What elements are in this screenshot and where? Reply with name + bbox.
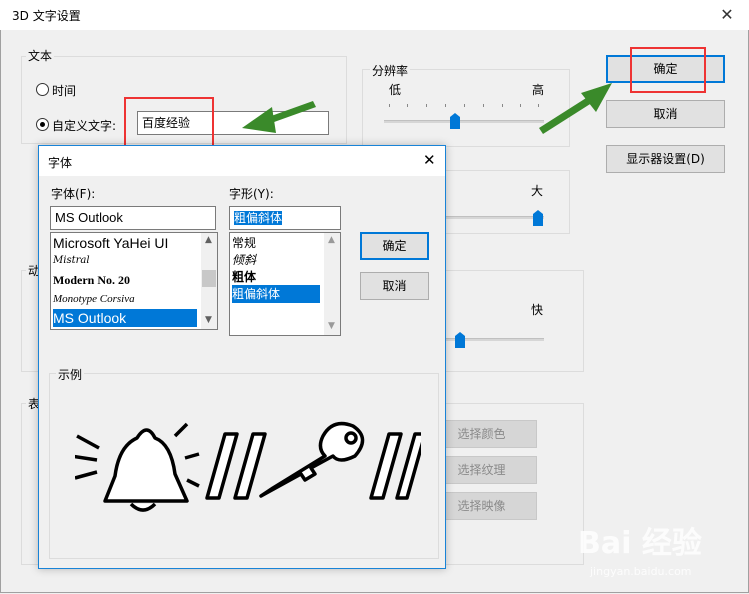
font-dialog-title: 字体 bbox=[48, 156, 73, 170]
arrow-to-ok bbox=[539, 83, 612, 134]
sample-preview-glyphs bbox=[75, 421, 421, 512]
font-dialog: 字体 ✕ 字体(F): MS Outlook Microsoft YaHei U… bbox=[38, 145, 446, 569]
font-ok-button[interactable]: 确定 bbox=[360, 232, 429, 260]
arrow-to-input bbox=[242, 101, 316, 133]
key-icon bbox=[259, 421, 365, 498]
scroll-up-icon[interactable]: ▲ bbox=[328, 235, 335, 245]
font-dialog-close-icon[interactable]: ✕ bbox=[423, 151, 436, 169]
style-item-selected[interactable]: 粗偏斜体 bbox=[232, 285, 320, 303]
font-dialog-titlebar bbox=[39, 146, 445, 176]
style-list[interactable]: 常规 倾斜 粗体 粗偏斜体 ▲ ▼ bbox=[229, 232, 341, 336]
watermark-brand: Bai 经验 bbox=[578, 526, 702, 561]
font-item[interactable]: Monotype Corsiva bbox=[53, 290, 135, 308]
bell-icon bbox=[75, 422, 200, 512]
font-item[interactable]: Microsoft YaHei UI bbox=[53, 234, 168, 252]
style-label: 字形(Y): bbox=[229, 187, 274, 201]
sample-label: 示例 bbox=[56, 366, 85, 383]
style-list-scrollbar[interactable]: ▲ ▼ bbox=[324, 233, 340, 335]
style-input[interactable]: 粗偏斜体 bbox=[229, 206, 341, 230]
font-item[interactable]: Modern No. 20 bbox=[53, 271, 130, 289]
style-item[interactable]: 倾斜 bbox=[232, 251, 256, 269]
scroll-up-icon[interactable]: ▲ bbox=[205, 235, 212, 245]
style-item[interactable]: 粗体 bbox=[232, 268, 256, 286]
style-item[interactable]: 常规 bbox=[232, 234, 256, 252]
font-list[interactable]: Microsoft YaHei UI Mistral Modern No. 20… bbox=[50, 232, 218, 330]
font-item[interactable]: Mistral bbox=[53, 252, 90, 270]
style-input-selected-text: 粗偏斜体 bbox=[234, 211, 283, 225]
trailing-glyphs bbox=[369, 432, 421, 500]
font-cancel-button[interactable]: 取消 bbox=[360, 272, 429, 300]
font-list-scrollbar[interactable]: ▲ ▼ bbox=[201, 233, 217, 329]
scroll-down-icon[interactable]: ▼ bbox=[328, 321, 335, 331]
watermark-url: jingyan.baidu.com bbox=[590, 565, 692, 578]
font-item-selected[interactable]: MS Outlook bbox=[53, 309, 197, 327]
font-label: 字体(F): bbox=[51, 187, 96, 201]
slash-glyphs bbox=[205, 432, 267, 500]
scroll-down-icon[interactable]: ▼ bbox=[205, 315, 212, 325]
scroll-thumb[interactable] bbox=[202, 270, 216, 287]
font-name-input[interactable]: MS Outlook bbox=[50, 206, 216, 230]
